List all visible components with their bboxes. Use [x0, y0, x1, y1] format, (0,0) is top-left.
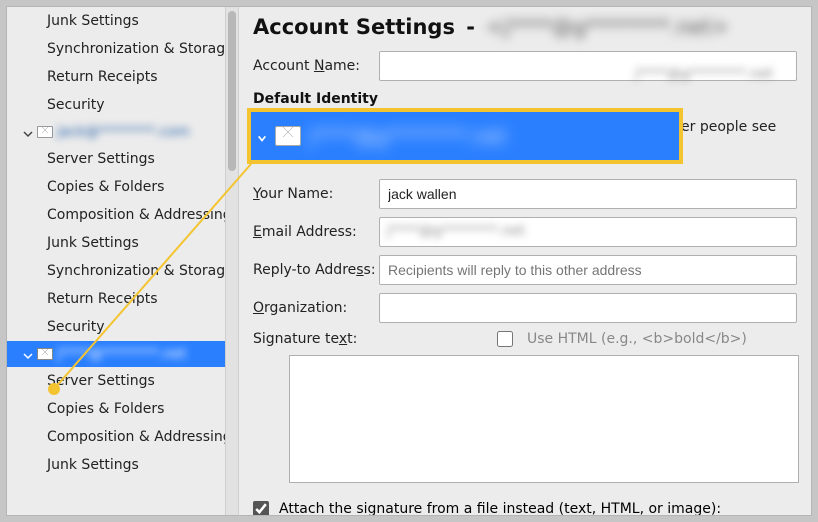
- reply-to-label: Reply-to Address:: [253, 262, 379, 278]
- scrollbar-thumb[interactable]: [228, 11, 236, 171]
- mail-icon: [275, 126, 301, 146]
- sidebar-item-composition[interactable]: Composition & Addressing: [7, 201, 226, 229]
- settings-panel: Account Settings - <j****@g********.net>…: [238, 6, 812, 516]
- use-html-checkbox[interactable]: [497, 331, 513, 347]
- sidebar-item-server[interactable]: Server Settings: [7, 145, 226, 173]
- mail-icon: [37, 126, 53, 138]
- sidebar-item-copies[interactable]: Copies & Folders: [7, 395, 226, 423]
- account-name-label: Account Name:: [253, 58, 379, 74]
- callout-highlight: j****@g********.net: [247, 108, 683, 164]
- signature-text-label: Signature text:: [253, 331, 379, 347]
- reply-to-input[interactable]: [379, 255, 797, 285]
- sidebar-item-composition[interactable]: Composition & Addressing: [7, 423, 226, 451]
- sidebar-item-copies[interactable]: Copies & Folders: [7, 173, 226, 201]
- chevron-down-icon: [23, 127, 33, 137]
- sidebar-item-sync[interactable]: Synchronization & Storage: [7, 35, 226, 63]
- use-html-label: Use HTML (e.g., <b>bold</b>): [521, 331, 747, 347]
- attach-signature-checkbox[interactable]: [253, 501, 269, 516]
- account-tree-sidebar: Junk Settings Synchronization & Storage …: [6, 6, 238, 516]
- sidebar-item-sync[interactable]: Synchronization & Storage: [7, 257, 226, 285]
- email-input[interactable]: [379, 217, 797, 247]
- email-label: Email Address:: [253, 224, 379, 240]
- signature-textarea[interactable]: [289, 355, 799, 483]
- chevron-down-icon: [257, 131, 267, 141]
- sidebar-account-1[interactable]: jack@********.com: [7, 119, 226, 145]
- account-label: j****@********.net: [57, 346, 186, 362]
- sidebar-scrollbar[interactable]: [225, 7, 238, 515]
- your-name-input[interactable]: [379, 179, 797, 209]
- organization-input[interactable]: [379, 293, 797, 323]
- your-name-label: Your Name:: [253, 186, 379, 202]
- sidebar-item-junk[interactable]: Junk Settings: [7, 7, 226, 35]
- default-identity-heading: Default Identity: [253, 91, 797, 107]
- callout-account-label: j****@g********.net: [309, 124, 679, 148]
- sidebar-item-server[interactable]: Server Settings: [7, 367, 226, 395]
- sidebar-item-junk[interactable]: Junk Settings: [7, 451, 226, 479]
- sidebar-item-security[interactable]: Security: [7, 91, 226, 119]
- page-title: Account Settings - <j****@g********.net>: [253, 15, 797, 39]
- mail-icon: [37, 348, 53, 360]
- sidebar-item-junk[interactable]: Junk Settings: [7, 229, 226, 257]
- account-label: jack@********.com: [57, 124, 190, 140]
- sidebar-account-2-selected[interactable]: j****@********.net: [7, 341, 226, 367]
- chevron-down-icon: [23, 349, 33, 359]
- sidebar-item-receipts[interactable]: Return Receipts: [7, 63, 226, 91]
- sidebar-item-security[interactable]: Security: [7, 313, 226, 341]
- sidebar-item-receipts[interactable]: Return Receipts: [7, 285, 226, 313]
- organization-label: Organization:: [253, 300, 379, 316]
- callout-dot: [48, 383, 60, 395]
- attach-signature-label: Attach the signature from a file instead…: [279, 501, 721, 516]
